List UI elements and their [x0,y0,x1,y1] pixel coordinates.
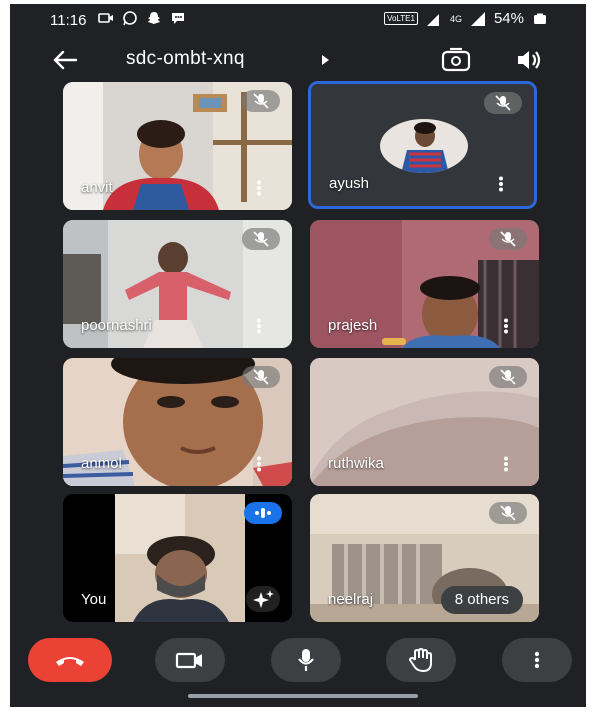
muted-mic-badge [484,92,522,114]
muted-mic-badge [242,90,280,112]
raise-hand-icon [408,647,432,673]
more-vert-icon[interactable] [498,176,504,192]
status-bar: 11:16 VoLTE1 4G 54% [10,4,586,36]
effects-button[interactable] [246,586,280,612]
whatsapp-icon [123,11,137,26]
muted-mic-badge [242,366,280,388]
others-count-button[interactable]: 8 others [440,586,523,614]
notification-icons [98,10,186,26]
more-options-icon [534,651,540,669]
home-indicator[interactable] [188,694,418,698]
more-vert-icon[interactable] [503,456,509,472]
mic-off-icon [253,369,269,385]
dropdown-arrow-icon[interactable] [320,54,330,66]
muted-mic-badge [489,502,527,524]
video-call-icon [98,13,113,23]
participant-name: ruthwika [328,455,384,472]
participant-tile-self[interactable]: You [63,494,292,622]
speaker-icon[interactable] [514,46,544,74]
camera-toggle-button[interactable] [155,638,225,682]
system-status-icons: VoLTE1 4G 54% [384,10,548,27]
more-vert-icon[interactable] [256,318,262,334]
battery-icon [534,13,546,24]
participant-name: poornashri [81,317,152,334]
signal-icon [426,13,439,26]
end-call-button[interactable] [28,638,112,682]
call-controls [10,632,586,688]
mic-off-icon [500,369,516,385]
microphone-icon [298,649,314,671]
more-vert-icon[interactable] [256,456,262,472]
battery-level: 54% [493,10,524,27]
network-type: 4G [449,13,462,24]
chat-icon [172,13,184,24]
meeting-header: sdc-ombt-xnq [10,36,586,84]
participant-name: anvit [81,179,113,196]
muted-mic-badge [242,228,280,250]
participant-tile-prajesh[interactable]: prajesh [310,220,539,348]
participant-name: You [81,591,107,608]
mic-off-icon [253,93,269,109]
raise-hand-button[interactable] [386,638,456,682]
avatar [380,119,468,173]
back-arrow-icon[interactable] [50,46,80,74]
audio-level-icon [255,508,271,518]
participant-tile-anmol[interactable]: anmol [63,358,292,486]
more-options-button[interactable] [502,638,572,682]
mic-off-icon [500,231,516,247]
snapchat-icon [148,12,160,24]
participant-tile-neelraj[interactable]: neelraj 8 others [310,494,539,622]
sparkle-icon [253,590,274,608]
participant-tile-ayush[interactable]: ayush [308,81,537,209]
participant-tile-ruthwika[interactable]: ruthwika [310,358,539,486]
volte-badge: VoLTE1 [384,12,418,25]
end-call-icon [56,657,84,666]
participant-name: ayush [329,175,370,192]
meeting-code[interactable]: sdc-ombt-xnq [126,48,245,70]
microphone-toggle-button[interactable] [271,638,341,682]
status-time: 11:16 [50,12,87,29]
signal-icon-2 [470,11,485,26]
more-vert-icon[interactable] [256,180,262,196]
participant-tile-anvit[interactable]: anvit [63,82,292,210]
participant-name: neelraj [328,591,374,608]
participant-name: anmol [81,455,122,472]
participant-tile-poornashri[interactable]: poornashri [63,220,292,348]
participant-name: prajesh [328,317,378,334]
muted-mic-badge [489,366,527,388]
mic-off-icon [500,505,516,521]
camera-icon [175,652,202,669]
mic-off-icon [495,95,511,111]
muted-mic-badge [489,228,527,250]
meet-call-screen: 11:16 VoLTE1 4G 54% sdc-ombt-xnq anvit a… [10,4,586,707]
switch-camera-icon[interactable] [440,46,472,74]
speaking-indicator [244,502,282,524]
more-vert-icon[interactable] [503,318,509,334]
mic-off-icon [253,231,269,247]
